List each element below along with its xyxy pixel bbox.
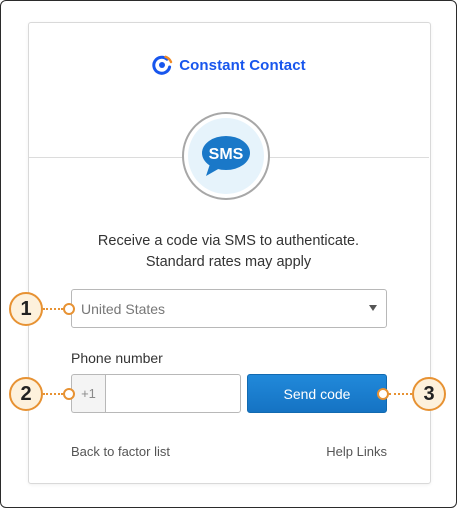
help-links-link[interactable]: Help Links [326,444,387,459]
callout-1: 1 [9,292,43,326]
phone-number-label: Phone number [71,350,163,366]
callout-1-marker [63,303,75,315]
back-to-factor-list-link[interactable]: Back to factor list [71,444,170,459]
callout-2-marker [63,388,75,400]
brand-name: Constant Contact [179,56,306,74]
instruction-line-1: Receive a code via SMS to authenticate. [97,233,360,249]
callout-1-connector [43,308,63,310]
country-code-prefix: +1 [71,374,105,413]
callout-2-connector [43,393,63,395]
send-code-button[interactable]: Send code [247,374,387,413]
sms-speech-bubble-icon: SMS [202,136,250,176]
country-select[interactable]: United States [71,289,387,328]
chevron-down-icon [369,305,377,311]
callout-3: 3 [412,377,446,411]
callout-3-marker [377,388,389,400]
instruction-line-2: Standard rates may apply [145,254,312,270]
sms-badge: SMS [182,112,270,200]
callout-3-connector [389,393,412,395]
country-select-value: United States [81,300,166,317]
sms-badge-inner: SMS [188,118,264,194]
constant-contact-logo-icon [152,55,173,75]
callout-2: 2 [9,377,43,411]
instruction-message: Receive a code via SMS to authenticate. … [0,231,457,273]
sms-badge-text: SMS [209,146,244,163]
phone-number-input[interactable] [105,374,241,413]
brand-header: Constant Contact [0,54,457,76]
